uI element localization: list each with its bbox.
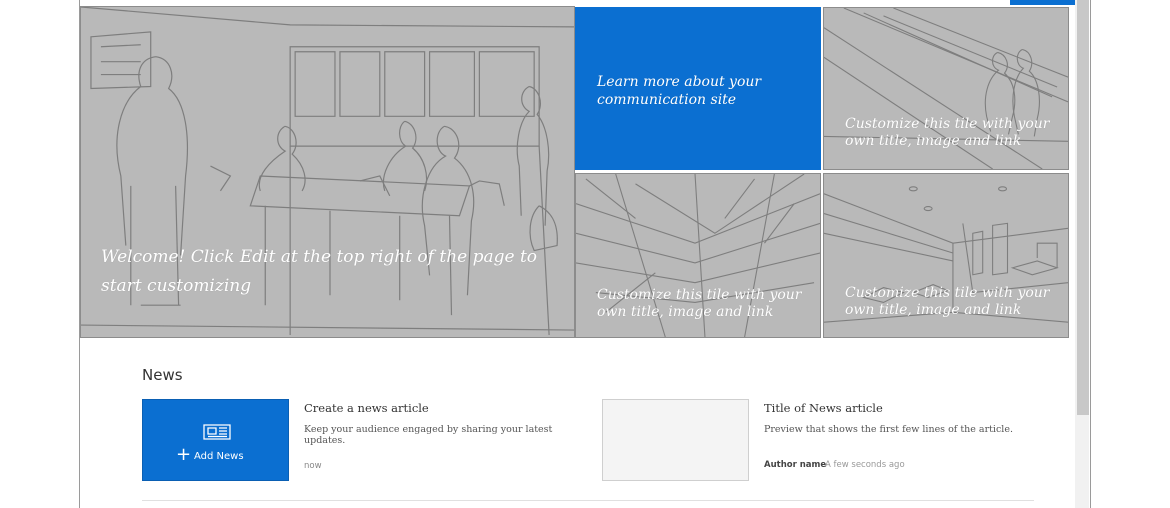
news-article-title[interactable]: Title of News article	[764, 401, 883, 415]
hero-learn-more-text: Learn more about your communication site	[597, 74, 762, 108]
news-article-preview: Preview that shows the first few lines o…	[764, 424, 1013, 435]
create-article-time: now	[304, 461, 322, 471]
hero-bottom-right-text: Customize this tile with your own title,…	[845, 285, 1050, 318]
section-divider	[142, 500, 1034, 501]
hero-top-right-text: Customize this tile with your own title,…	[845, 116, 1050, 149]
hero-tile-learn-more[interactable]: Learn more about your communication site	[575, 7, 821, 170]
scrollbar-thumb[interactable]	[1077, 0, 1089, 415]
hero-section: Welcome! Click Edit at the top right of …	[80, 6, 1070, 338]
news-article-author: Author name	[764, 460, 827, 470]
create-article-title[interactable]: Create a news article	[304, 401, 429, 415]
plus-icon: +	[176, 444, 192, 465]
hero-tile-bottom-left[interactable]: Customize this tile with your own title,…	[575, 173, 821, 338]
hero-bottom-left-text: Customize this tile with your own title,…	[597, 287, 802, 320]
news-heading: News	[142, 366, 183, 384]
news-icon	[203, 424, 231, 440]
add-news-button[interactable]: + Add News	[142, 399, 289, 481]
hero-tile-bottom-right[interactable]: Customize this tile with your own title,…	[823, 173, 1069, 338]
top-edit-button[interactable]	[1010, 0, 1078, 5]
news-article-time: A few seconds ago	[825, 460, 905, 470]
news-article-thumbnail[interactable]	[602, 399, 749, 481]
hero-tile-top-right[interactable]: Customize this tile with your own title,…	[823, 7, 1069, 170]
hero-tile-main[interactable]: Welcome! Click Edit at the top right of …	[80, 6, 575, 338]
add-news-label: Add News	[194, 451, 244, 462]
create-article-description: Keep your audience engaged by sharing yo…	[304, 424, 553, 446]
hero-main-text: Welcome! Click Edit at the top right of …	[101, 247, 538, 296]
